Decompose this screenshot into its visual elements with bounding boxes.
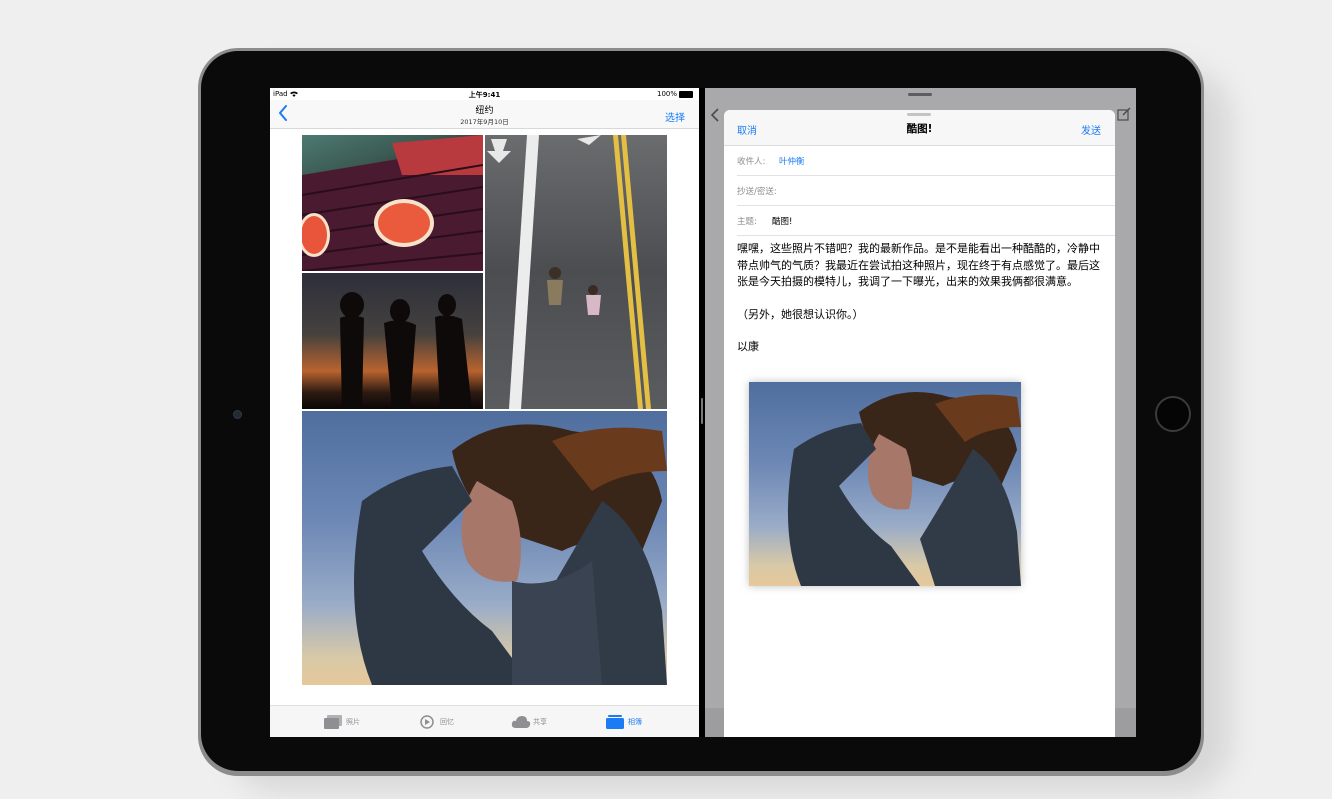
albums-icon <box>606 715 624 729</box>
photos-app: iPad 上午9:41 100% 纽约 2017年9月10日 选择 照片 回忆 … <box>270 88 699 737</box>
compose-icon <box>1117 107 1131 121</box>
tab-shared-label: 共享 <box>533 718 547 726</box>
photos-icon <box>324 715 342 729</box>
message-signature: 以康 <box>737 340 759 353</box>
photo-street[interactable] <box>485 135 667 409</box>
attached-photo[interactable] <box>749 382 1021 586</box>
tab-albums-label: 相簿 <box>628 718 642 726</box>
compose-title: 酷图! <box>906 123 933 135</box>
subject-field[interactable]: 主题: 酷图! <box>737 206 1115 236</box>
sheet-grabber[interactable] <box>907 113 931 116</box>
photos-tab-bar: 照片 回忆 共享 相簿 <box>270 705 699 737</box>
album-date: 2017年9月10日 <box>460 118 509 126</box>
to-label: 收件人: <box>737 157 766 167</box>
message-paragraph: 嘿嘿，这些照片不错吧？我的最新作品。是不是能看出一种酷酷的，冷静中带点帅气的气质… <box>737 242 1100 288</box>
cloud-icon <box>511 716 531 728</box>
photos-nav-bar: 纽约 2017年9月10日 选择 <box>270 100 699 129</box>
home-button[interactable] <box>1155 396 1191 432</box>
cc-bcc-field[interactable]: 抄送/密送: <box>737 176 1115 206</box>
mail-app: 取消 酷图! 发送 收件人: 叶仲衡 抄送/密送: 主题: 酷图! 嘿嘿，这些照… <box>705 88 1136 737</box>
battery-icon <box>679 91 693 98</box>
front-camera <box>233 410 242 419</box>
photo-portrait[interactable] <box>302 411 667 685</box>
grapefruit-illustration <box>302 135 483 271</box>
ipad-bezel: iPad 上午9:41 100% 纽约 2017年9月10日 选择 照片 回忆 … <box>201 51 1201 771</box>
split-view-handle[interactable] <box>701 398 703 424</box>
ipad-screen: iPad 上午9:41 100% 纽约 2017年9月10日 选择 照片 回忆 … <box>270 88 1136 737</box>
status-time: 上午9:41 <box>468 91 501 99</box>
recipient-token[interactable]: 叶仲衡 <box>779 155 805 167</box>
message-body[interactable]: 嘿嘿，这些照片不错吧？我的最新作品。是不是能看出一种酷酷的，冷静中带点帅气的气质… <box>737 241 1103 356</box>
tab-photos-label: 照片 <box>346 718 360 726</box>
silhouettes-illustration <box>340 292 472 409</box>
status-bar: iPad 上午9:41 100% <box>270 88 699 100</box>
battery-percentage: 100% <box>656 90 677 98</box>
to-field[interactable]: 收件人: 叶仲衡 <box>737 146 1115 176</box>
message-paragraph: （另外，她很想认识你。） <box>737 307 864 321</box>
mail-back-icon <box>711 108 719 122</box>
send-button[interactable]: 发送 <box>1081 122 1101 137</box>
cc-bcc-label: 抄送/密送: <box>737 187 777 197</box>
subject-label: 主题: <box>737 217 757 227</box>
photo-silhouettes[interactable] <box>302 273 483 409</box>
street-illustration <box>487 135 651 409</box>
compose-sheet: 取消 酷图! 发送 收件人: 叶仲衡 抄送/密送: 主题: 酷图! 嘿嘿，这些照… <box>724 110 1115 737</box>
tab-memories-label: 回忆 <box>440 718 454 726</box>
ipad-device: iPad 上午9:41 100% 纽约 2017年9月10日 选择 照片 回忆 … <box>198 48 1204 776</box>
portrait-illustration <box>354 424 667 685</box>
attached-portrait-illustration <box>787 392 1021 586</box>
select-button[interactable]: 选择 <box>665 109 685 124</box>
subject-value[interactable]: 酷图! <box>772 215 792 227</box>
memories-icon <box>420 715 434 729</box>
compose-header: 取消 酷图! 发送 <box>724 110 1115 146</box>
app-grabber[interactable] <box>908 93 932 96</box>
photo-grapefruit[interactable] <box>302 135 483 271</box>
album-title: 纽约 <box>475 106 494 116</box>
